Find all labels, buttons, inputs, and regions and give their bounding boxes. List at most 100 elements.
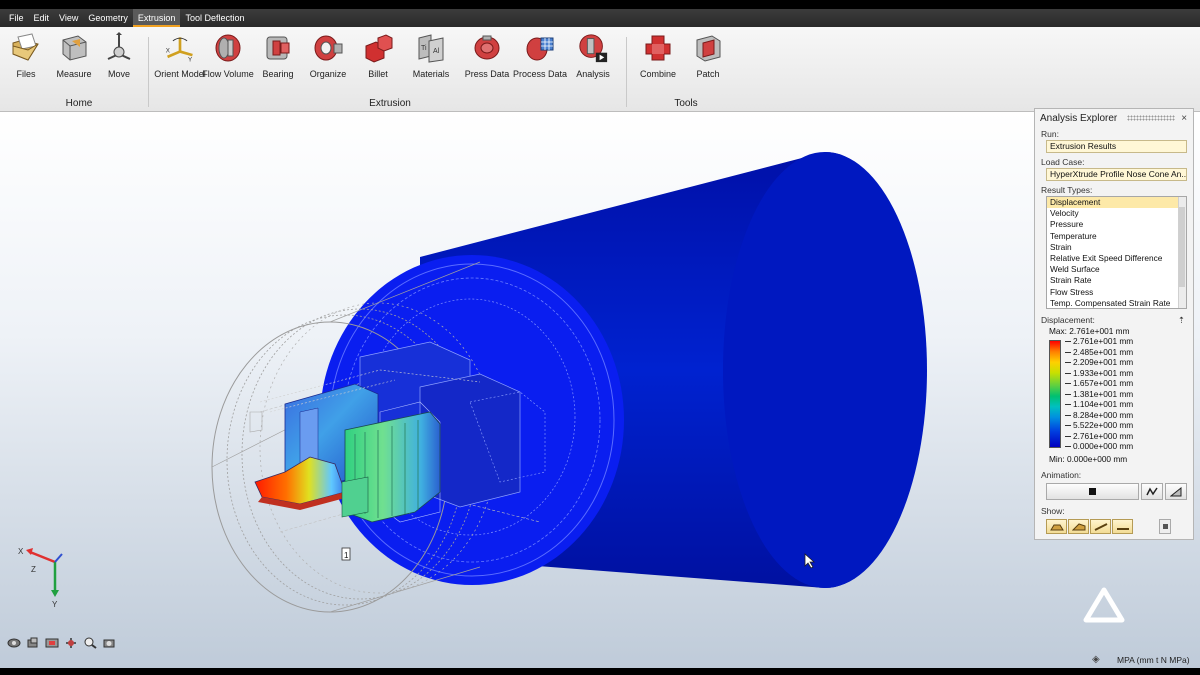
- app-window: File Edit View Geometry Extrusion Tool D…: [0, 0, 1200, 675]
- legend-title: Displacement:: [1041, 315, 1095, 325]
- billet-icon: [362, 31, 394, 65]
- process-data-button[interactable]: Process Data: [510, 31, 570, 93]
- load-case-field[interactable]: HyperXtrude Profile Nose Cone An...: [1046, 168, 1187, 181]
- close-icon[interactable]: ×: [1181, 113, 1187, 124]
- folder-icon: [10, 31, 42, 65]
- axis-y-label: Y: [52, 600, 58, 609]
- section-view-icon[interactable]: [63, 636, 79, 650]
- stop-animation-button[interactable]: [1046, 483, 1140, 500]
- brand-logo-icon: [1083, 587, 1125, 623]
- legend-tick: 2.761e+001 mm: [1065, 336, 1133, 346]
- patch-button[interactable]: Patch: [678, 31, 738, 93]
- legend-tick: 2.209e+001 mm: [1065, 357, 1133, 367]
- result-list-scrollbar[interactable]: [1178, 197, 1186, 308]
- node-marker-label: 1: [344, 551, 349, 560]
- show-deformed-button[interactable]: [1068, 519, 1089, 534]
- animation-settings-button[interactable]: [1141, 483, 1164, 500]
- show-contour-button[interactable]: [1046, 519, 1067, 534]
- flow-volume-icon: [212, 31, 244, 65]
- show-vectors-button[interactable]: [1090, 519, 1111, 534]
- menu-geometry[interactable]: Geometry: [83, 9, 133, 27]
- legend-min: Min: 0.000e+000 mm: [1049, 454, 1128, 464]
- svg-text:X: X: [166, 47, 171, 54]
- process-data-icon: [524, 31, 556, 65]
- billet-button[interactable]: Billet: [348, 31, 408, 93]
- legend-tick: 2.761e+000 mm: [1065, 431, 1133, 441]
- group-label-home: Home: [65, 98, 93, 109]
- menu-edit[interactable]: Edit: [29, 9, 55, 27]
- legend-header: Displacement: ⇡: [1035, 315, 1193, 326]
- group-label-tools: Tools: [674, 98, 698, 109]
- move-label: Move: [107, 69, 130, 79]
- analysis-button[interactable]: Analysis: [563, 31, 623, 93]
- graphics-viewport[interactable]: 1 X Y Z: [0, 112, 1200, 668]
- patch-label: Patch: [696, 69, 720, 79]
- show-mesh-button[interactable]: [1112, 519, 1133, 534]
- orient-model-icon: YX: [164, 31, 196, 65]
- show-label: Show:: [1041, 506, 1065, 516]
- result-type-item[interactable]: Temp. Compensated Strain Rate: [1047, 298, 1186, 308]
- move-button[interactable]: Move: [89, 31, 149, 93]
- panel-title: Analysis Explorer: [1040, 112, 1118, 124]
- result-type-item[interactable]: Displacement: [1047, 197, 1186, 209]
- axis-x-label: X: [18, 547, 24, 556]
- materials-label: Materials: [412, 69, 450, 79]
- extrusion-model[interactable]: 1 X Y Z: [0, 112, 1200, 668]
- wave-icon: [1146, 486, 1158, 495]
- organize-icon: [312, 31, 344, 65]
- units-status[interactable]: MPA (mm t N MPa): [1117, 655, 1190, 665]
- axis-triad: X Y Z: [18, 547, 63, 609]
- pan-view-icon[interactable]: [25, 636, 41, 650]
- analysis-label: Analysis: [576, 69, 610, 79]
- group-separator: [148, 37, 149, 107]
- svg-text:Ti: Ti: [421, 45, 427, 52]
- result-type-item[interactable]: Pressure: [1047, 219, 1186, 230]
- zoom-icon[interactable]: [82, 636, 98, 650]
- result-type-item[interactable]: Velocity: [1047, 208, 1186, 219]
- menu-tool-deflection[interactable]: Tool Deflection: [180, 9, 249, 27]
- analysis-icon: [577, 31, 609, 65]
- legend-tick: 1.104e+001 mm: [1065, 399, 1133, 409]
- rotate-view-icon[interactable]: [6, 636, 22, 650]
- legend-max: Max: 2.761e+001 mm: [1049, 326, 1130, 336]
- group-label-extrusion: Extrusion: [369, 98, 411, 109]
- billet-label: Billet: [368, 69, 388, 79]
- capture-view-icon[interactable]: [101, 636, 117, 650]
- combine-icon: [642, 31, 674, 65]
- panel-title-bar[interactable]: Analysis Explorer ×: [1035, 109, 1193, 127]
- result-types-label: Result Types:: [1041, 185, 1093, 195]
- show-controls: [1046, 519, 1187, 534]
- contour-legend: 2.761e+001 mm 2.485e+001 mm 2.209e+001 m…: [1047, 336, 1193, 454]
- menu-file[interactable]: File: [4, 9, 29, 27]
- result-type-item[interactable]: Flow Stress: [1047, 287, 1186, 298]
- menu-view[interactable]: View: [54, 9, 83, 27]
- press-data-label: Press Data: [464, 69, 510, 79]
- load-case-label: Load Case:: [1041, 157, 1085, 167]
- run-field[interactable]: Extrusion Results: [1046, 140, 1187, 153]
- axis-z-label: Z: [31, 565, 36, 574]
- result-type-item[interactable]: Temperature: [1047, 231, 1186, 242]
- scrollbar-thumb[interactable]: [1179, 207, 1185, 287]
- show-options-icon[interactable]: [1159, 519, 1171, 534]
- color-bar: [1049, 340, 1061, 448]
- press-data-button[interactable]: Press Data: [457, 31, 517, 93]
- result-type-item[interactable]: Strain: [1047, 242, 1186, 253]
- legend-tick: 1.381e+001 mm: [1065, 389, 1133, 399]
- panel-grip[interactable]: [1127, 115, 1176, 121]
- result-type-item[interactable]: Strain Rate: [1047, 275, 1186, 286]
- vector-icon: [1094, 522, 1107, 531]
- materials-button[interactable]: Ti Al Materials: [401, 31, 461, 93]
- pin-icon[interactable]: ⇡: [1178, 315, 1185, 326]
- animation-mode-button[interactable]: [1165, 483, 1187, 500]
- bearing-icon: [262, 31, 294, 65]
- menu-extrusion[interactable]: Extrusion: [132, 9, 181, 27]
- units-settings-icon[interactable]: ◈: [1092, 654, 1100, 665]
- fit-view-icon[interactable]: [44, 636, 60, 650]
- result-type-item[interactable]: Relative Exit Speed Difference: [1047, 253, 1186, 264]
- legend-tick: 0.000e+000 mm: [1065, 441, 1133, 451]
- deformed-icon: [1071, 522, 1085, 530]
- result-types-list[interactable]: Displacement Velocity Pressure Temperatu…: [1046, 196, 1187, 309]
- contour-icon: [1049, 524, 1064, 530]
- result-type-item[interactable]: Weld Surface: [1047, 264, 1186, 275]
- legend-tick: 8.284e+000 mm: [1065, 410, 1133, 420]
